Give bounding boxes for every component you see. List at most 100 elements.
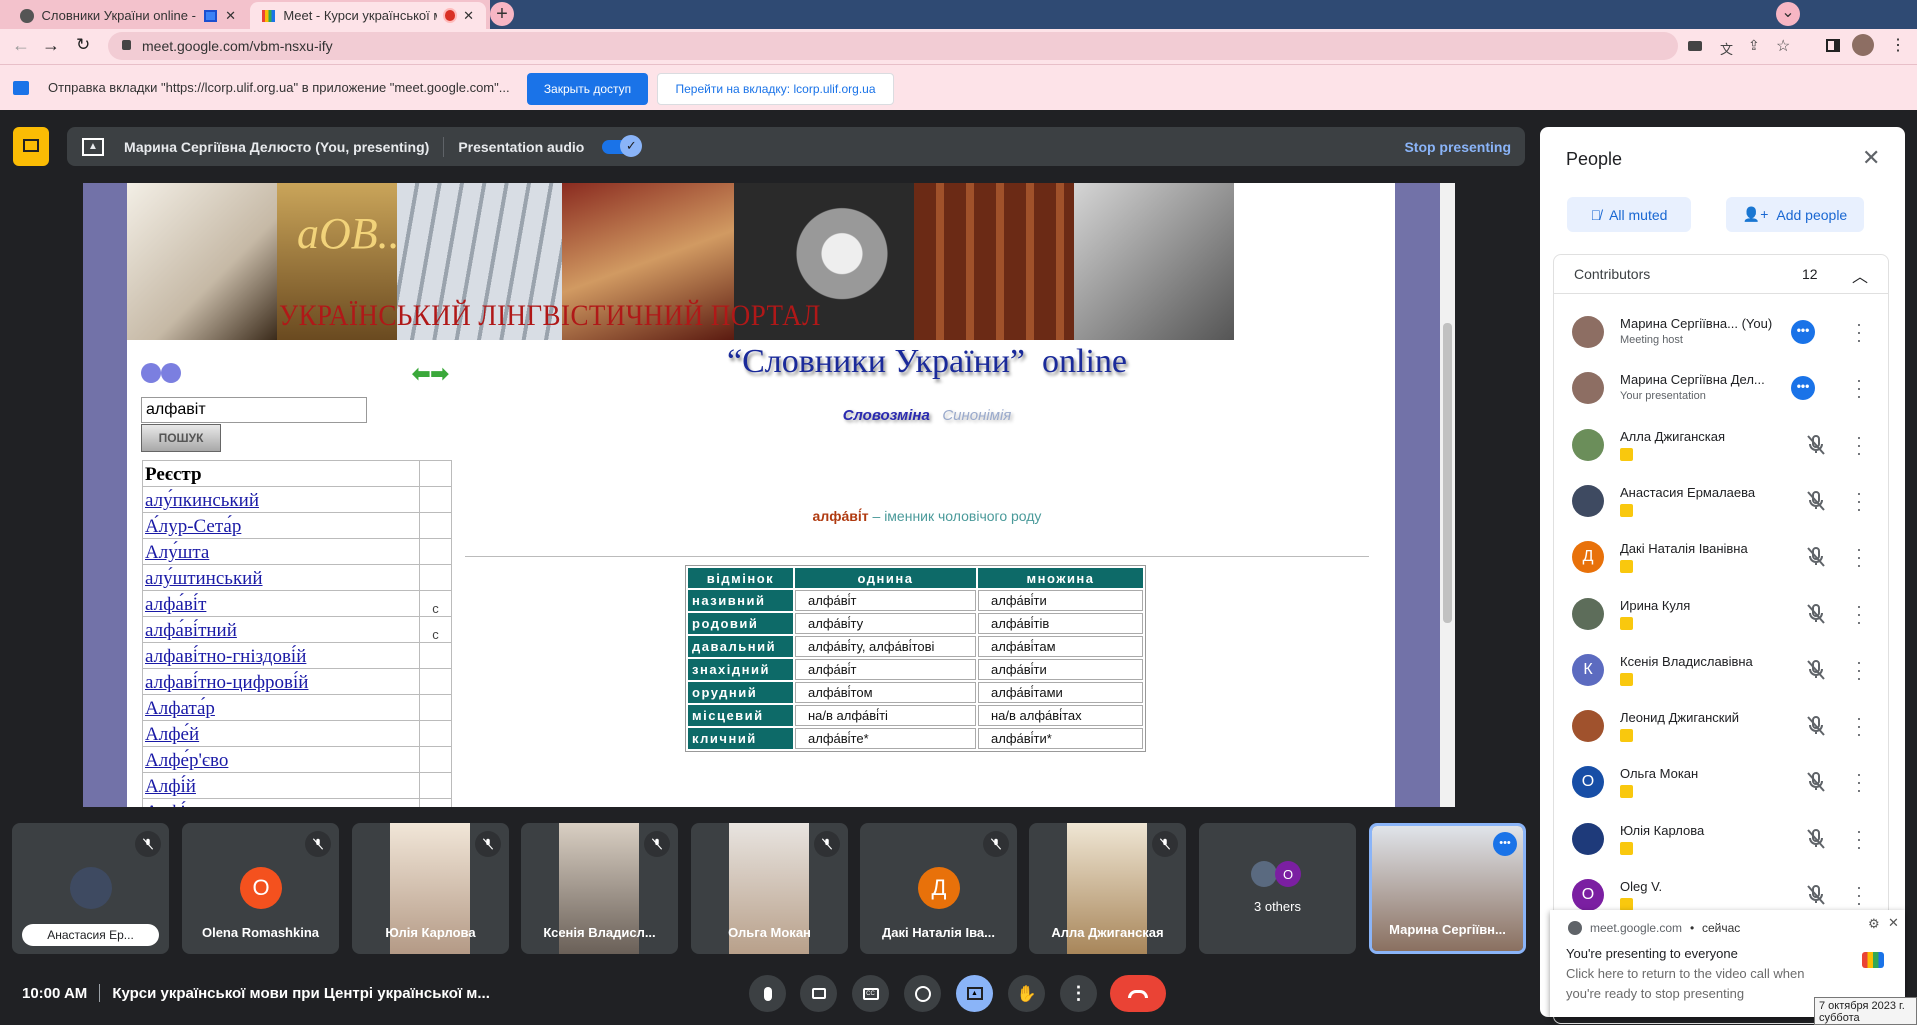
participant-tile[interactable]: Д Дакі Наталія Іва...	[860, 823, 1017, 954]
chevron-up-icon[interactable]: ︿	[1852, 263, 1868, 287]
mic-off-icon[interactable]	[1804, 883, 1828, 907]
participant-tile[interactable]: O Olena Romashkina	[182, 823, 339, 954]
date-tooltip: 7 октября 2023 г. суббота	[1814, 997, 1917, 1025]
participant-tile[interactable]: ••• Марина Сергіївн...	[1369, 823, 1526, 954]
mic-off-icon[interactable]	[1804, 489, 1828, 513]
tab-synonimiia[interactable]: Синонімія	[942, 407, 1011, 424]
participant-row[interactable]: Анастасия Ермалаева · · ·	[1554, 473, 1890, 529]
participant-row[interactable]: Марина Сергіївна... (You) Meeting host •••…	[1554, 304, 1890, 360]
registry-word-link[interactable]: А́лур-Сета́р	[145, 516, 241, 537]
participant-row[interactable]: Алла Джиганская · · ·	[1554, 417, 1890, 473]
switch-tab-button[interactable]: Перейти на вкладку: lcorp.ulif.org.ua	[657, 73, 894, 105]
participant-row[interactable]: Д Дакі Наталія Іванівна · · ·	[1554, 529, 1890, 585]
profile-avatar[interactable]	[1852, 34, 1874, 56]
more-vert-icon[interactable]: · · ·	[1854, 428, 1864, 462]
more-vert-icon[interactable]: · · ·	[1854, 878, 1864, 912]
stop-sharing-button[interactable]: Закрыть доступ	[527, 73, 648, 105]
scrollbar[interactable]	[1440, 183, 1455, 807]
presentation-badge-icon	[1620, 785, 1633, 799]
registry-word-link[interactable]: алфа́ві́т	[145, 594, 206, 615]
registry-word-link[interactable]: Алфі́...	[145, 802, 200, 807]
registry-word-link[interactable]: алу́штинський	[145, 568, 263, 589]
notification-body: you're ready to stop presenting	[1566, 986, 1745, 1001]
registry-word-link[interactable]: алу́пкинський	[145, 490, 259, 511]
participant-row[interactable]: О Ольга Мокан · · ·	[1554, 754, 1890, 810]
tab-meet[interactable]: Meet - Курси української мо ✕	[250, 2, 486, 29]
stop-presenting-button[interactable]: Stop presenting	[1404, 139, 1511, 155]
singular-form: алфа́ві́ту, алфа́ві́тові	[795, 636, 976, 657]
registry-word-link[interactable]: Алфі́й	[145, 776, 196, 797]
close-tab-icon[interactable]: ✕	[463, 8, 474, 24]
camera-button[interactable]	[800, 975, 837, 1012]
all-muted-button[interactable]: 🎙̸ All muted	[1567, 197, 1691, 232]
participant-tile[interactable]: Алла Джиганская	[1029, 823, 1186, 954]
registry-word-link[interactable]: алфа́ві́тний	[145, 620, 237, 641]
mic-off-icon[interactable]	[1804, 658, 1828, 682]
participant-row[interactable]: К Ксенія Владиславівна · · ·	[1554, 642, 1890, 698]
close-icon[interactable]: ✕	[1888, 915, 1899, 931]
participant-row[interactable]: Ирина Куля · · ·	[1554, 586, 1890, 642]
presentation-indicator-icon[interactable]	[13, 127, 49, 166]
more-vert-icon[interactable]: · · ·	[1854, 765, 1864, 799]
prev-next-nav-icon[interactable]	[141, 363, 181, 383]
mic-off-icon[interactable]	[1804, 433, 1828, 457]
more-vert-icon[interactable]: · · ·	[1854, 371, 1864, 405]
back-icon[interactable]: ←	[12, 35, 30, 56]
bookmark-star-icon[interactable]: ☆	[1776, 36, 1790, 56]
menu-icon[interactable]: ⋮	[1890, 35, 1906, 55]
profile-chevron-icon[interactable]: ⌄	[1776, 2, 1800, 26]
participant-tile[interactable]: Ольга Мокан	[691, 823, 848, 954]
tab-slovozmina[interactable]: Словозміна	[843, 407, 930, 424]
contributors-header[interactable]: Contributors 12 ︿	[1554, 255, 1888, 294]
search-input[interactable]	[141, 397, 367, 423]
participant-tile[interactable]: Юлія Карлова	[352, 823, 509, 954]
more-vert-icon[interactable]: · · ·	[1854, 822, 1864, 856]
registry-word-link[interactable]: Алфе́й	[145, 724, 199, 745]
sidebar-icon[interactable]	[1826, 39, 1840, 52]
more-vert-icon[interactable]: · · ·	[1854, 653, 1864, 687]
forward-icon[interactable]: →	[42, 35, 60, 56]
tab-slovnyky[interactable]: Словники України online - У ✕	[8, 2, 248, 29]
registry-word-link[interactable]: алфаві́тно-цифрові́й	[145, 672, 308, 693]
close-panel-icon[interactable]: ✕	[1862, 145, 1880, 171]
leave-call-button[interactable]	[1110, 975, 1166, 1012]
reload-icon[interactable]: ↻	[76, 35, 90, 55]
address-bar[interactable]: meet.google.com/vbm-nsxu-ify 文 ⇪ ☆	[108, 32, 1790, 60]
close-tab-icon[interactable]: ✕	[225, 8, 236, 24]
mic-off-icon[interactable]	[1804, 602, 1828, 626]
participant-row[interactable]: Марина Сергіївна Дел... Your presentation…	[1554, 360, 1890, 416]
participant-tile[interactable]: Анастасия Ер...	[12, 823, 169, 954]
reactions-button[interactable]	[904, 975, 941, 1012]
search-button[interactable]: ПОШУК	[141, 424, 221, 452]
more-vert-icon[interactable]: · · ·	[1854, 315, 1864, 349]
present-button[interactable]: ▲	[956, 975, 993, 1012]
presentation-audio-toggle[interactable]: ✓	[602, 134, 643, 157]
participant-row[interactable]: Леонид Джиганский · · ·	[1554, 698, 1890, 754]
registry-word-link[interactable]: Алу́шта	[145, 542, 209, 563]
gear-icon[interactable]: ⚙	[1868, 916, 1880, 932]
mic-off-icon[interactable]	[1804, 545, 1828, 569]
mic-off-icon[interactable]	[1804, 770, 1828, 794]
raise-hand-button[interactable]: ✋	[1008, 975, 1045, 1012]
more-options-button[interactable]: ⋮	[1060, 975, 1097, 1012]
add-people-button[interactable]: 👤+ Add people	[1726, 197, 1864, 232]
registry-word-link[interactable]: алфаві́тно-гніздові́й	[145, 646, 306, 667]
new-tab-button[interactable]: +	[490, 2, 514, 26]
participant-row[interactable]: Юлія Карлова · · ·	[1554, 811, 1890, 867]
registry-word-link[interactable]: Алфе́р'єво	[145, 750, 228, 771]
more-options-icon[interactable]: •••	[1493, 832, 1517, 856]
mic-button[interactable]	[749, 975, 786, 1012]
more-vert-icon[interactable]: · · ·	[1854, 540, 1864, 574]
translate-icon[interactable]: 文	[1720, 39, 1733, 58]
registry-word-link[interactable]: Алфата́р	[145, 698, 215, 719]
participant-tile[interactable]: O 3 others	[1199, 823, 1356, 954]
more-vert-icon[interactable]: · · ·	[1854, 484, 1864, 518]
share-icon[interactable]: ⇪	[1748, 37, 1760, 54]
participant-tile[interactable]: Ксенія Владисл...	[521, 823, 678, 954]
mic-off-icon[interactable]	[1804, 827, 1828, 851]
captions-button[interactable]: CC	[852, 975, 889, 1012]
camera-icon[interactable]	[1688, 41, 1702, 51]
mic-off-icon[interactable]	[1804, 714, 1828, 738]
more-vert-icon[interactable]: · · ·	[1854, 597, 1864, 631]
more-vert-icon[interactable]: · · ·	[1854, 709, 1864, 743]
